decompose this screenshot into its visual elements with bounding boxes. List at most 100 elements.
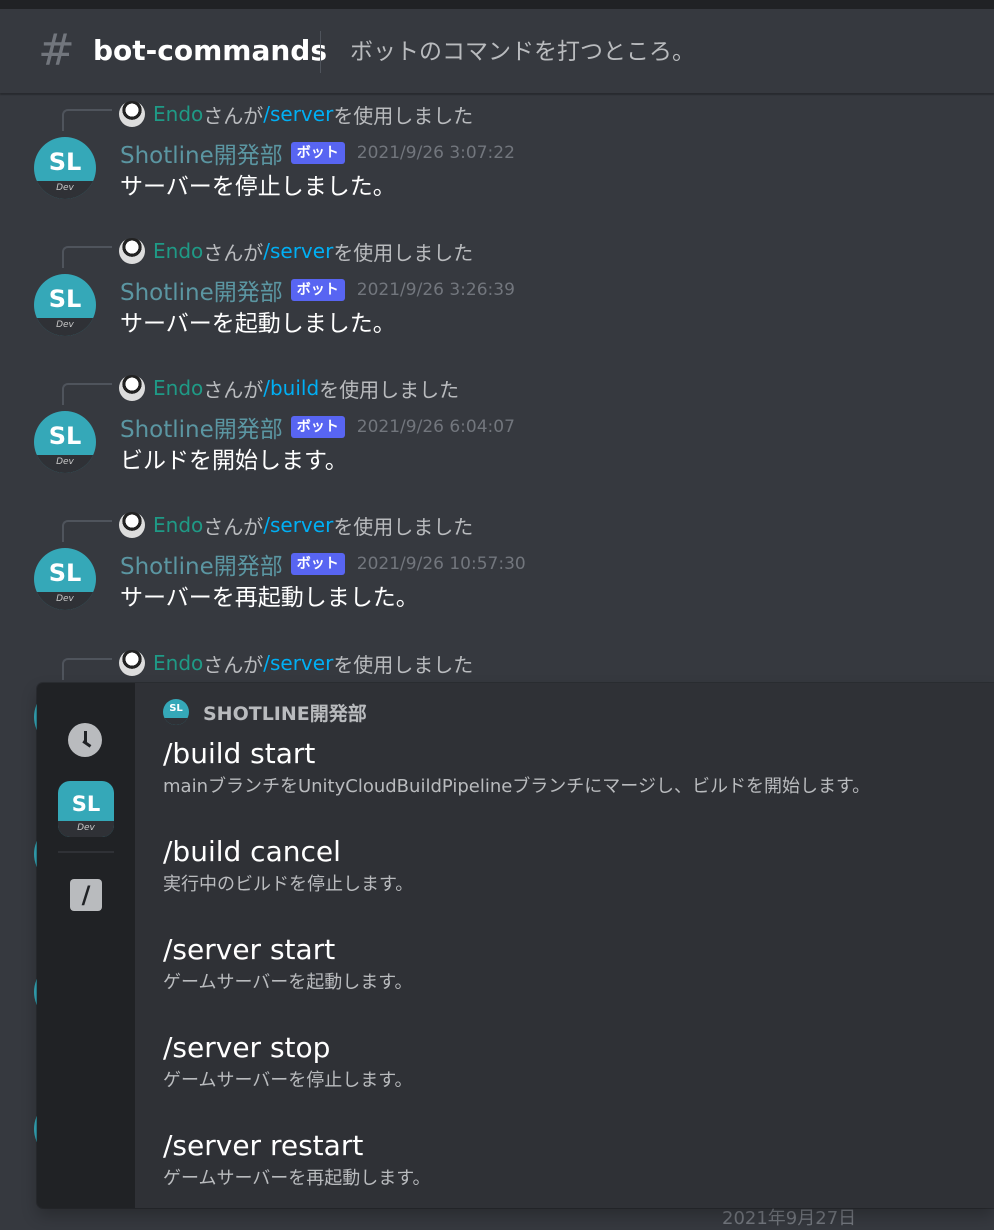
message-username[interactable]: Shotline開発部 bbox=[120, 410, 283, 444]
command-name: /build start bbox=[163, 737, 316, 770]
reply-text: を使用しました bbox=[333, 240, 474, 265]
command-description: ゲームサーバーを停止します。 bbox=[163, 1070, 413, 1091]
avatar-subtext: Dev bbox=[34, 318, 96, 336]
rail-separator bbox=[58, 851, 114, 853]
avatar-initials: SL bbox=[48, 559, 82, 587]
reply-connector bbox=[62, 658, 112, 680]
channel-header: # bot-commands ボットのコマンドを打つところ。 bbox=[0, 9, 994, 93]
app-icon[interactable]: SL Dev bbox=[58, 781, 114, 837]
window-top-strip bbox=[0, 0, 994, 9]
slash-command-popup: SL Dev / SL SHOTLINE開発部 /build start mai… bbox=[37, 683, 994, 1208]
reply-username[interactable]: Endo bbox=[153, 376, 203, 400]
command-list: SL SHOTLINE開発部 /build start mainブランチをUni… bbox=[135, 683, 994, 1208]
channel-topic[interactable]: ボットのコマンドを打つところ。 bbox=[350, 35, 695, 69]
reply-command[interactable]: /server bbox=[263, 239, 333, 263]
message-content: サーバーを再起動しました。 bbox=[120, 585, 419, 611]
reply-command[interactable]: /server bbox=[263, 651, 333, 675]
avatar-initials: SL bbox=[48, 285, 82, 313]
avatar-initials: SL bbox=[48, 148, 82, 176]
bot-avatar[interactable]: SL Dev bbox=[34, 548, 96, 610]
clock-icon[interactable] bbox=[68, 723, 102, 757]
message: Endo さんが /build を使用しました SL Dev Shotline開… bbox=[0, 373, 994, 493]
message-timestamp: 2021/9/26 3:26:39 bbox=[356, 280, 515, 300]
reply-text: さんが bbox=[203, 652, 264, 677]
reply-avatar[interactable] bbox=[119, 238, 145, 264]
message-header: Shotline開発部 ボット 2021/9/26 6:04:07 bbox=[120, 411, 515, 443]
reply-username[interactable]: Endo bbox=[153, 513, 203, 537]
reply-text: を使用しました bbox=[333, 103, 474, 128]
command-item[interactable]: /build start mainブランチをUnityCloudBuildPip… bbox=[163, 735, 983, 801]
reply-avatar[interactable] bbox=[119, 650, 145, 676]
reply-text: を使用しました bbox=[333, 514, 474, 539]
message-header: Shotline開発部 ボット 2021/9/26 3:26:39 bbox=[120, 274, 515, 306]
reply-username[interactable]: Endo bbox=[153, 102, 203, 126]
bot-badge: ボット bbox=[290, 416, 345, 438]
slash-icon[interactable]: / bbox=[70, 879, 102, 911]
avatar-subtext: Dev bbox=[34, 592, 96, 610]
bot-avatar[interactable]: SL Dev bbox=[34, 137, 96, 199]
command-description: ゲームサーバーを起動します。 bbox=[163, 972, 413, 993]
command-item[interactable]: /server restart ゲームサーバーを再起動します。 bbox=[163, 1127, 983, 1193]
reply-reference[interactable]: Endo さんが /server を使用しました bbox=[119, 236, 473, 266]
reply-reference[interactable]: Endo さんが /server を使用しました bbox=[119, 510, 473, 540]
reply-text: さんが bbox=[203, 240, 264, 265]
reply-text: さんが bbox=[203, 514, 264, 539]
app-icon-initials: SL bbox=[71, 792, 101, 816]
bot-avatar[interactable]: SL Dev bbox=[34, 274, 96, 336]
reply-text: さんが bbox=[203, 377, 264, 402]
command-name: /build cancel bbox=[163, 835, 341, 868]
reply-command[interactable]: /server bbox=[263, 513, 333, 537]
reply-avatar[interactable] bbox=[119, 375, 145, 401]
reply-avatar[interactable] bbox=[119, 101, 145, 127]
message-timestamp: 2021/9/26 3:07:22 bbox=[356, 143, 515, 163]
reply-connector bbox=[62, 520, 112, 542]
command-item[interactable]: /server start ゲームサーバーを起動します。 bbox=[163, 931, 983, 997]
avatar-initials: SL bbox=[48, 422, 82, 450]
message-timestamp: 2021/9/26 6:04:07 bbox=[356, 417, 515, 437]
bot-badge: ボット bbox=[290, 142, 345, 164]
bot-avatar[interactable]: SL Dev bbox=[34, 411, 96, 473]
section-title: SHOTLINE開発部 bbox=[203, 702, 367, 725]
message-header: Shotline開発部 ボット 2021/9/26 10:57:30 bbox=[120, 548, 526, 580]
avatar-subtext: Dev bbox=[34, 181, 96, 199]
avatar-subtext: Dev bbox=[34, 455, 96, 473]
reply-text: を使用しました bbox=[319, 377, 460, 402]
message-content: ビルドを開始します。 bbox=[120, 448, 348, 474]
message-timestamp: 2021/9/26 10:57:30 bbox=[356, 554, 526, 574]
reply-connector bbox=[62, 383, 112, 405]
command-item[interactable]: /server stop ゲームサーバーを停止します。 bbox=[163, 1029, 983, 1095]
reply-connector bbox=[62, 246, 112, 268]
reply-avatar[interactable] bbox=[119, 512, 145, 538]
command-description: ゲームサーバーを再起動します。 bbox=[163, 1168, 431, 1189]
message-content: サーバーを停止しました。 bbox=[120, 174, 396, 200]
app-icon-subtext: Dev bbox=[58, 821, 114, 837]
command-section-header: SL SHOTLINE開発部 bbox=[163, 697, 367, 727]
command-name: /server stop bbox=[163, 1031, 331, 1064]
reply-reference[interactable]: Endo さんが /server を使用しました bbox=[119, 99, 473, 129]
header-divider bbox=[320, 31, 321, 73]
section-icon-initials: SL bbox=[169, 703, 183, 714]
message-username[interactable]: Shotline開発部 bbox=[120, 547, 283, 581]
section-app-icon: SL bbox=[163, 699, 189, 725]
bot-badge: ボット bbox=[290, 553, 345, 575]
channel-name[interactable]: bot-commands bbox=[93, 33, 327, 69]
reply-reference[interactable]: Endo さんが /build を使用しました bbox=[119, 373, 459, 403]
reply-username[interactable]: Endo bbox=[153, 239, 203, 263]
reply-command[interactable]: /server bbox=[263, 102, 333, 126]
reply-command[interactable]: /build bbox=[263, 376, 319, 400]
command-description: mainブランチをUnityCloudBuildPipelineブランチにマージ… bbox=[163, 776, 871, 797]
section-icon-band bbox=[163, 718, 189, 725]
message: Endo さんが /server を使用しました SL Dev Shotline… bbox=[0, 236, 994, 356]
message: Endo さんが /server を使用しました SL Dev Shotline… bbox=[0, 99, 994, 219]
reply-username[interactable]: Endo bbox=[153, 651, 203, 675]
reply-connector bbox=[62, 109, 112, 131]
message-username[interactable]: Shotline開発部 bbox=[120, 136, 283, 170]
reply-reference[interactable]: Endo さんが /server を使用しました bbox=[119, 648, 473, 678]
command-category-rail: SL Dev / bbox=[37, 683, 135, 1208]
message-content: サーバーを起動しました。 bbox=[120, 311, 396, 337]
bot-badge: ボット bbox=[290, 279, 345, 301]
hash-icon: # bbox=[38, 25, 75, 76]
command-item[interactable]: /build cancel 実行中のビルドを停止します。 bbox=[163, 833, 983, 899]
message-username[interactable]: Shotline開発部 bbox=[120, 273, 283, 307]
command-description: 実行中のビルドを停止します。 bbox=[163, 874, 414, 895]
